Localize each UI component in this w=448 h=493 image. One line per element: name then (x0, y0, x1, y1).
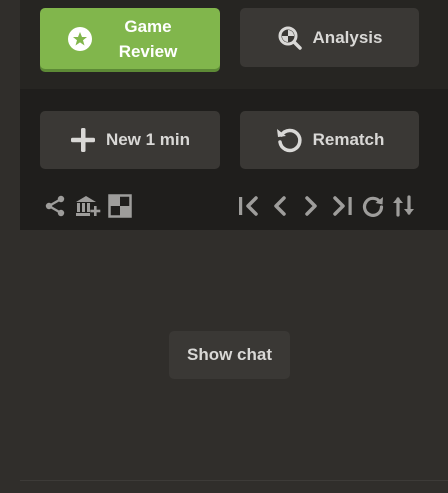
previous-move-icon[interactable] (267, 193, 293, 219)
divider (20, 480, 448, 481)
board-icon[interactable] (107, 193, 133, 219)
rematch-icon (275, 126, 303, 154)
new-game-button[interactable]: New 1 min (40, 111, 220, 169)
rematch-label: Rematch (312, 130, 385, 149)
game-review-label: Game Review (118, 16, 178, 61)
magnifier-icon (277, 25, 303, 51)
rematch-button[interactable]: Rematch (240, 111, 419, 169)
star-icon (67, 26, 93, 52)
library-add-icon[interactable] (75, 193, 101, 219)
analysis-label: Analysis (312, 27, 383, 47)
share-icon[interactable] (42, 193, 68, 219)
game-sidebar: Game Review Analysis New 1 min Rematch S… (0, 0, 448, 493)
analysis-button[interactable]: Analysis (240, 8, 419, 67)
game-review-button[interactable]: Game Review (40, 8, 220, 69)
first-move-icon[interactable] (236, 193, 262, 219)
new-game-label: New 1 min (105, 130, 191, 149)
plus-icon (70, 127, 96, 153)
flip-board-icon[interactable] (391, 193, 417, 219)
refresh-icon[interactable] (360, 193, 386, 219)
last-move-icon[interactable] (329, 193, 355, 219)
show-chat-button[interactable]: Show chat (169, 331, 290, 379)
next-move-icon[interactable] (298, 193, 324, 219)
